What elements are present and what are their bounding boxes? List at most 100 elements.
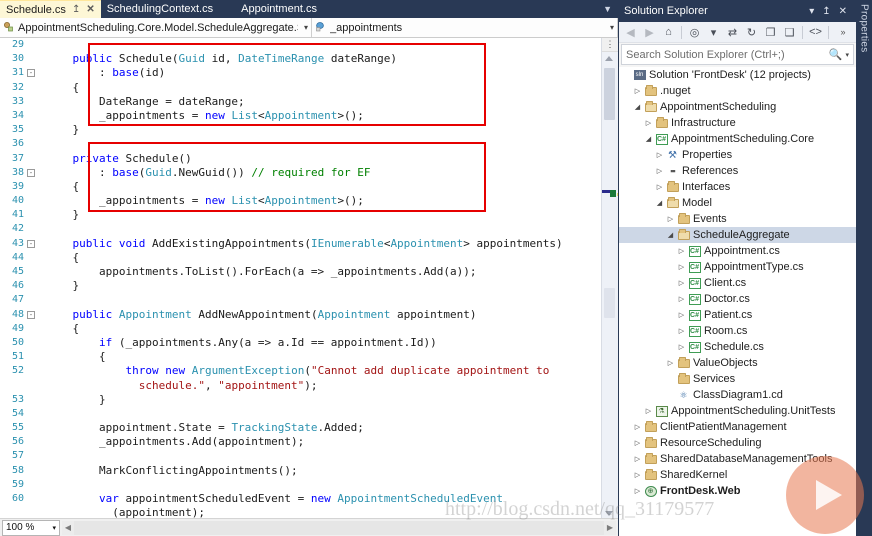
code-text[interactable]: MarkConflictingAppointments(); (46, 464, 601, 478)
tree-item[interactable]: ◢ C# AppointmentScheduling.Core (619, 131, 856, 147)
tree-item[interactable]: ▷ ⚗ AppointmentScheduling.UnitTests (619, 403, 856, 419)
chevron-expanded-icon[interactable]: ◢ (654, 199, 665, 207)
tree-item[interactable]: ▷ ValueObjects (619, 355, 856, 371)
code-text[interactable]: _appointments = new List<Appointment>(); (46, 109, 601, 123)
tree-item[interactable]: ▷ C# Schedule.cs (619, 339, 856, 355)
solution-tree[interactable]: sln Solution 'FrontDesk' (12 projects) ▷ .n… (619, 67, 856, 536)
sync-with-document-icon[interactable]: ◎ (685, 24, 704, 41)
chevron-expanded-icon[interactable]: ◢ (665, 231, 676, 239)
chevron-collapsed-icon[interactable]: ▷ (676, 263, 687, 271)
chevron-collapsed-icon[interactable]: ▷ (632, 423, 643, 431)
chevron-collapsed-icon[interactable]: ▷ (676, 343, 687, 351)
tree-item[interactable]: ◢ AppointmentScheduling (619, 99, 856, 115)
code-text[interactable]: appointment.State = TrackingState.Added; (46, 421, 601, 435)
code-line[interactable]: 30 public Schedule(Guid id, DateTimeRang… (0, 52, 601, 66)
code-line[interactable]: 41 } (0, 208, 601, 222)
code-text[interactable]: { (46, 81, 601, 95)
tree-item[interactable]: sln Solution 'FrontDesk' (12 projects) (619, 67, 856, 83)
tree-item[interactable]: ◢ Model (619, 195, 856, 211)
chevron-down-icon[interactable]: ▾ (298, 23, 308, 32)
code-line[interactable]: 50 if (_appointments.Any(a => a.Id == ap… (0, 336, 601, 350)
code-line[interactable]: schedule.", "appointment"); (0, 379, 601, 393)
code-text[interactable]: _appointments = new List<Appointment>(); (46, 194, 601, 208)
code-line[interactable]: 56 _appointments.Add(appointment); (0, 435, 601, 449)
back-icon[interactable]: ◀ (621, 24, 640, 41)
tree-item[interactable]: ▷ C# Client.cs (619, 275, 856, 291)
chevron-collapsed-icon[interactable]: ▷ (643, 119, 654, 127)
chevron-collapsed-icon[interactable]: ▷ (654, 167, 665, 175)
tree-item[interactable]: ▷ .nuget (619, 83, 856, 99)
member-scope-dropdown[interactable]: _appointments ▾ (312, 18, 618, 37)
collapse-all-icon[interactable]: ❐ (761, 24, 780, 41)
code-line[interactable]: 47 (0, 293, 601, 307)
tree-item[interactable]: ▷ C# Doctor.cs (619, 291, 856, 307)
code-line[interactable]: 35 } (0, 123, 601, 137)
code-line[interactable]: 54 (0, 407, 601, 421)
code-text[interactable]: public void AddExistingAppointments(IEnu… (46, 237, 601, 251)
chevron-down-icon[interactable]: ▾ (52, 524, 56, 532)
refresh-icon[interactable]: ↻ (742, 24, 761, 41)
tree-item[interactable]: ⚛ ClassDiagram1.cd (619, 387, 856, 403)
chevron-collapsed-icon[interactable]: ▷ (676, 279, 687, 287)
chevron-collapsed-icon[interactable]: ▷ (665, 359, 676, 367)
code-line[interactable]: 34 _appointments = new List<Appointment>… (0, 109, 601, 123)
code-line[interactable]: 32 { (0, 81, 601, 95)
search-input[interactable]: Search Solution Explorer (Ctrl+;) 🔍 ▾ (621, 44, 854, 65)
properties-tool-tab[interactable]: Properties (856, 0, 872, 536)
show-all-files-icon[interactable]: <> (806, 24, 825, 41)
code-line[interactable]: 58 MarkConflictingAppointments(); (0, 464, 601, 478)
code-editor[interactable]: 29 30 public Schedule(Guid id, DateTimeRa… (0, 38, 618, 518)
type-scope-dropdown[interactable]: AppointmentScheduling.Core.Model.Schedul… (0, 18, 312, 37)
properties-window-icon[interactable]: ❑ (780, 24, 799, 41)
code-line[interactable]: 31- : base(id) (0, 66, 601, 80)
code-line[interactable]: 39 { (0, 180, 601, 194)
forward-icon[interactable]: ▶ (640, 24, 659, 41)
tree-item[interactable]: ▷ C# Appointment.cs (619, 243, 856, 259)
pin-icon[interactable]: ↥ (72, 1, 80, 19)
tree-item[interactable]: ▷ ClientPatientManagement (619, 419, 856, 435)
code-line[interactable]: 52 throw new ArgumentException("Cannot a… (0, 364, 601, 378)
code-text[interactable]: } (46, 279, 601, 293)
chevron-collapsed-icon[interactable]: ▷ (632, 455, 643, 463)
collapse-icon[interactable]: - (27, 168, 35, 177)
tree-item[interactable]: ▷ ⊕ FrontDesk.Web (619, 483, 856, 499)
chevron-collapsed-icon[interactable]: ▷ (676, 295, 687, 303)
code-text[interactable]: { (46, 322, 601, 336)
code-line[interactable]: 46 } (0, 279, 601, 293)
tree-item[interactable]: Services (619, 371, 856, 387)
code-text[interactable]: throw new ArgumentException("Cannot add … (46, 364, 601, 378)
code-text[interactable]: var appointmentScheduledEvent = new Appo… (46, 492, 601, 506)
code-line[interactable]: 43- public void AddExistingAppointments(… (0, 237, 601, 251)
scrollbar-track-lower[interactable] (604, 288, 615, 318)
tree-item[interactable]: ▷ Infrastructure (619, 115, 856, 131)
tab-schedulingcontext-cs[interactable]: SchedulingContext.cs (101, 0, 219, 18)
tree-item[interactable]: ▷ ResourceScheduling (619, 435, 856, 451)
code-text[interactable]: } (46, 393, 601, 407)
code-text[interactable]: { (46, 180, 601, 194)
sync-dropdown-icon[interactable]: ▾ (704, 24, 723, 41)
tree-item[interactable]: ▷ SharedKernel (619, 467, 856, 483)
code-text[interactable]: } (46, 123, 601, 137)
code-text[interactable]: public Appointment AddNewAppointment(App… (46, 308, 601, 322)
chevron-collapsed-icon[interactable]: ▷ (643, 407, 654, 415)
chevron-collapsed-icon[interactable]: ▷ (676, 311, 687, 319)
code-line[interactable]: 48- public Appointment AddNewAppointment… (0, 308, 601, 322)
code-text[interactable]: DateRange = dateRange; (46, 95, 601, 109)
home-icon[interactable]: ⌂ (659, 24, 678, 41)
code-line[interactable]: 42 (0, 222, 601, 236)
tab-schedule-cs[interactable]: Schedule.cs ↥ ✕ (0, 0, 101, 18)
code-line[interactable]: 36 (0, 137, 601, 151)
code-line[interactable]: 40 _appointments = new List<Appointment>… (0, 194, 601, 208)
chevron-expanded-icon[interactable]: ◢ (643, 135, 654, 143)
search-magnifier-icon[interactable]: 🔍 (829, 48, 843, 61)
horizontal-scrollbar[interactable]: ◀ ▶ (62, 520, 616, 535)
close-icon[interactable]: ✕ (86, 1, 94, 19)
tree-item[interactable]: ▷ SharedDatabaseManagementTools (619, 451, 856, 467)
code-line[interactable]: 44 { (0, 251, 601, 265)
code-line[interactable]: 57 (0, 449, 601, 463)
scroll-up-arrow[interactable] (605, 56, 613, 61)
code-text[interactable]: { (46, 350, 601, 364)
code-text[interactable]: public Schedule(Guid id, DateTimeRange d… (46, 52, 601, 66)
code-line[interactable]: 29 (0, 38, 601, 52)
tab-appointment-cs[interactable]: Appointment.cs (219, 0, 323, 18)
